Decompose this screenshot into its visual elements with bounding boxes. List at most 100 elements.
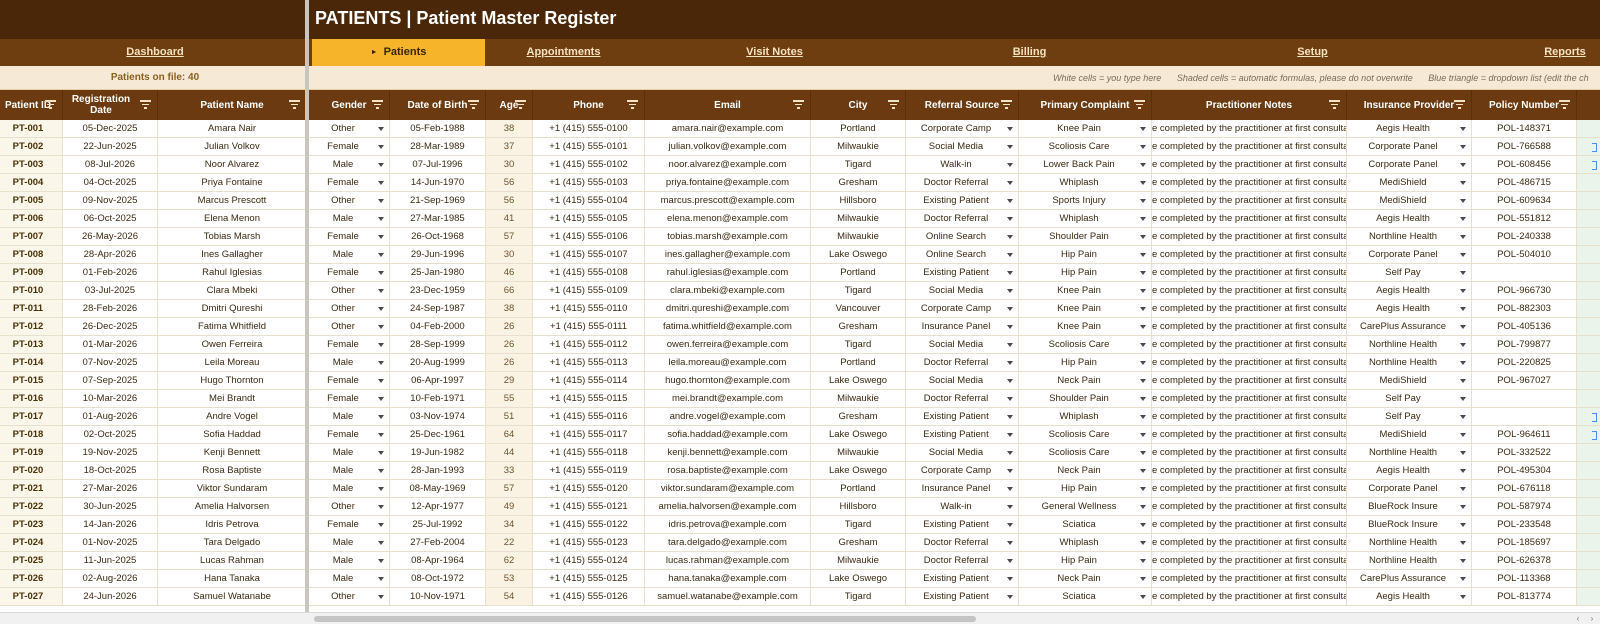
cell-id[interactable]: PT-021 (0, 480, 63, 498)
cell-insurance[interactable]: Aegis Health (1347, 282, 1472, 300)
cell-notes[interactable]: e completed by the practitioner at first… (1152, 462, 1347, 480)
cell-insurance[interactable]: Northline Health (1347, 534, 1472, 552)
dropdown-arrow-icon[interactable] (1007, 181, 1013, 185)
cell-dob[interactable]: 23-Dec-1959 (390, 282, 486, 300)
cell-insurance[interactable]: Aegis Health (1347, 462, 1472, 480)
cell-id[interactable]: PT-001 (0, 120, 63, 138)
cell-age[interactable]: 33 (486, 462, 533, 480)
filter-icon[interactable] (45, 100, 56, 109)
dropdown-arrow-icon[interactable] (1460, 595, 1466, 599)
cell-id[interactable]: PT-007 (0, 228, 63, 246)
cell-gender[interactable]: Other (309, 282, 390, 300)
cell-complaint[interactable]: Neck Pain (1019, 570, 1152, 588)
header-date-of-birth[interactable]: Date of Birth (390, 90, 486, 120)
dropdown-arrow-icon[interactable] (1140, 577, 1146, 581)
cell-reg[interactable]: 28-Feb-2026 (63, 300, 158, 318)
overflow-column-cell[interactable] (1577, 588, 1600, 606)
header-phone[interactable]: Phone (533, 90, 645, 120)
dropdown-arrow-icon[interactable] (1007, 433, 1013, 437)
cell-gender[interactable]: Male (309, 480, 390, 498)
dropdown-arrow-icon[interactable] (1007, 361, 1013, 365)
dropdown-arrow-icon[interactable] (1140, 523, 1146, 527)
cell-phone[interactable]: +1 (415) 555-0111 (533, 318, 645, 336)
dropdown-arrow-icon[interactable] (1140, 415, 1146, 419)
dropdown-arrow-icon[interactable] (1460, 271, 1466, 275)
dropdown-arrow-icon[interactable] (1140, 199, 1146, 203)
dropdown-arrow-icon[interactable] (1460, 415, 1466, 419)
cell-name[interactable]: Owen Ferreira (158, 336, 307, 354)
overflow-column-cell[interactable] (1577, 336, 1600, 354)
cell-referral[interactable]: Social Media (906, 138, 1019, 156)
dropdown-arrow-icon[interactable] (378, 253, 384, 257)
cell-reg[interactable]: 04-Oct-2025 (63, 174, 158, 192)
cell-email[interactable]: elena.menon@example.com (645, 210, 811, 228)
cell-insurance[interactable]: Aegis Health (1347, 120, 1472, 138)
cell-age[interactable]: 57 (486, 480, 533, 498)
cell-reg[interactable]: 02-Oct-2025 (63, 426, 158, 444)
cell-email[interactable]: priya.fontaine@example.com (645, 174, 811, 192)
cell-gender[interactable]: Female (309, 390, 390, 408)
cell-referral[interactable]: Existing Patient (906, 588, 1019, 606)
cell-dob[interactable]: 04-Feb-2000 (390, 318, 486, 336)
cell-phone[interactable]: +1 (415) 555-0107 (533, 246, 645, 264)
cell-age[interactable]: 37 (486, 138, 533, 156)
cell-email[interactable]: owen.ferreira@example.com (645, 336, 811, 354)
cell-id[interactable]: PT-002 (0, 138, 63, 156)
cell-city[interactable]: Milwaukie (811, 210, 906, 228)
dropdown-arrow-icon[interactable] (1140, 163, 1146, 167)
overflow-column-cell[interactable] (1577, 534, 1600, 552)
cell-reg[interactable]: 28-Apr-2026 (63, 246, 158, 264)
cell-email[interactable]: dmitri.qureshi@example.com (645, 300, 811, 318)
filter-icon[interactable] (289, 100, 300, 109)
cell-referral[interactable]: Existing Patient (906, 516, 1019, 534)
dropdown-arrow-icon[interactable] (1140, 397, 1146, 401)
cell-email[interactable]: hugo.thornton@example.com (645, 372, 811, 390)
cell-gender[interactable]: Male (309, 408, 390, 426)
dropdown-arrow-icon[interactable] (1007, 271, 1013, 275)
cell-email[interactable]: noor.alvarez@example.com (645, 156, 811, 174)
dropdown-arrow-icon[interactable] (378, 397, 384, 401)
cell-city[interactable]: Portland (811, 120, 906, 138)
cell-complaint[interactable]: Scoliosis Care (1019, 444, 1152, 462)
cell-insurance[interactable]: Aegis Health (1347, 300, 1472, 318)
cell-complaint[interactable]: Shoulder Pain (1019, 228, 1152, 246)
cell-name[interactable]: Samuel Watanabe (158, 588, 307, 606)
dropdown-arrow-icon[interactable] (1460, 199, 1466, 203)
cell-phone[interactable]: +1 (415) 555-0122 (533, 516, 645, 534)
nav-appointments[interactable]: Appointments (485, 39, 642, 66)
dropdown-arrow-icon[interactable] (1460, 559, 1466, 563)
cell-name[interactable]: Ines Gallagher (158, 246, 307, 264)
cell-city[interactable]: Tigard (811, 588, 906, 606)
dropdown-arrow-icon[interactable] (1007, 199, 1013, 203)
cell-city[interactable]: Milwaukie (811, 390, 906, 408)
dropdown-arrow-icon[interactable] (1460, 181, 1466, 185)
dropdown-arrow-icon[interactable] (1460, 433, 1466, 437)
dropdown-arrow-icon[interactable] (1140, 343, 1146, 347)
cell-age[interactable]: 26 (486, 354, 533, 372)
dropdown-arrow-icon[interactable] (1007, 145, 1013, 149)
cell-age[interactable]: 55 (486, 390, 533, 408)
cell-notes[interactable]: e completed by the practitioner at first… (1152, 588, 1347, 606)
cell-phone[interactable]: +1 (415) 555-0123 (533, 534, 645, 552)
cell-id[interactable]: PT-006 (0, 210, 63, 228)
filter-icon[interactable] (1001, 100, 1012, 109)
cell-policy[interactable]: POL-626378 (1472, 552, 1577, 570)
cell-referral[interactable]: Doctor Referral (906, 534, 1019, 552)
dropdown-arrow-icon[interactable] (1460, 325, 1466, 329)
cell-phone[interactable]: +1 (415) 555-0117 (533, 426, 645, 444)
cell-city[interactable]: Lake Oswego (811, 462, 906, 480)
dropdown-arrow-icon[interactable] (1007, 217, 1013, 221)
cell-phone[interactable]: +1 (415) 555-0103 (533, 174, 645, 192)
cell-name[interactable]: Mei Brandt (158, 390, 307, 408)
overflow-column-cell[interactable] (1577, 462, 1600, 480)
cell-age[interactable]: 66 (486, 282, 533, 300)
cell-reg[interactable]: 30-Jun-2025 (63, 498, 158, 516)
cell-gender[interactable]: Female (309, 264, 390, 282)
dropdown-arrow-icon[interactable] (1007, 559, 1013, 563)
cell-complaint[interactable]: Scoliosis Care (1019, 336, 1152, 354)
dropdown-arrow-icon[interactable] (378, 595, 384, 599)
cell-complaint[interactable]: Whiplash (1019, 210, 1152, 228)
cell-reg[interactable]: 27-Mar-2026 (63, 480, 158, 498)
cell-referral[interactable]: Existing Patient (906, 426, 1019, 444)
cell-city[interactable]: Lake Oswego (811, 372, 906, 390)
